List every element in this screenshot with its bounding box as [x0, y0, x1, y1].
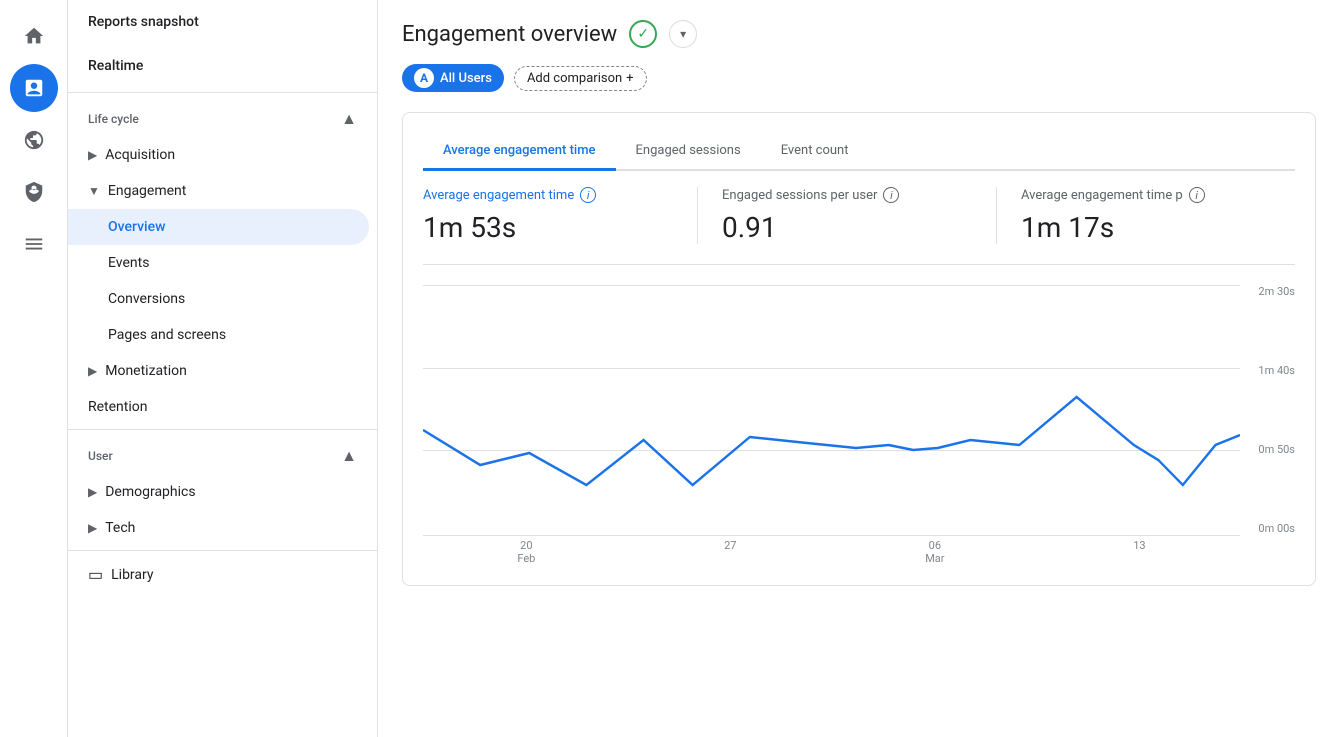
y-label-1: 1m 40s	[1258, 364, 1295, 377]
advertising-icon[interactable]	[10, 168, 58, 216]
chart-y-labels: 2m 30s 1m 40s 0m 50s 0m 00s	[1258, 285, 1295, 535]
sidebar-item-tech[interactable]: ▶ Tech	[68, 510, 369, 546]
chart-tab-bar: Average engagement time Engaged sessions…	[423, 133, 1295, 171]
stat-label-0: Average engagement time i	[423, 187, 673, 203]
main-content: Engagement overview ✓ ▾ A All Users Add …	[378, 0, 1340, 737]
configure-icon[interactable]	[10, 220, 58, 268]
info-icon-2[interactable]: i	[1189, 187, 1205, 203]
chevron-right-icon-tech: ▶	[88, 521, 97, 535]
lifecycle-collapse-icon[interactable]: ▲	[341, 109, 357, 129]
y-label-2: 0m 50s	[1258, 443, 1295, 456]
sidebar-item-retention[interactable]: Retention	[68, 389, 369, 425]
stat-label-1: Engaged sessions per user i	[722, 187, 972, 203]
sidebar-item-monetization[interactable]: ▶ Monetization	[68, 353, 369, 389]
stat-engaged-sessions: Engaged sessions per user i 0.91	[722, 187, 997, 244]
info-icon-0[interactable]: i	[580, 187, 596, 203]
sidebar-item-acquisition[interactable]: ▶ Acquisition	[68, 137, 369, 173]
all-users-filter[interactable]: A All Users	[402, 64, 504, 92]
library-icon: ▭	[88, 565, 103, 584]
grid-line-bottom	[423, 535, 1240, 536]
reports-icon[interactable]	[10, 64, 58, 112]
user-collapse-icon[interactable]: ▲	[341, 446, 357, 466]
sidebar-item-library[interactable]: ▭ Library	[68, 555, 369, 594]
all-users-label: All Users	[440, 71, 492, 86]
x-label-2: 06 Mar	[925, 539, 944, 565]
sidebar-item-overview[interactable]: Overview	[68, 209, 369, 245]
page-title: Engagement overview	[402, 22, 617, 47]
x-label-1: 27	[724, 539, 736, 565]
y-label-0: 2m 30s	[1258, 285, 1295, 298]
page-header: Engagement overview ✓ ▾	[402, 20, 1316, 48]
stat-value-0: 1m 53s	[423, 211, 673, 244]
section-user: User ▲	[68, 434, 377, 474]
tab-event-count[interactable]: Event count	[761, 133, 869, 171]
chevron-right-icon-monetization: ▶	[88, 364, 97, 378]
add-comparison-label: Add comparison	[527, 71, 622, 86]
tab-avg-engagement-time[interactable]: Average engagement time	[423, 133, 616, 171]
sidebar-item-reports-snapshot[interactable]: Reports snapshot	[68, 0, 377, 44]
stat-label-2: Average engagement time p i	[1021, 187, 1271, 203]
chevron-down-icon: ▼	[88, 184, 100, 198]
divider-1	[68, 92, 377, 93]
all-users-avatar: A	[414, 68, 434, 88]
sidebar-item-demographics[interactable]: ▶ Demographics	[68, 474, 369, 510]
x-label-0: 20 Feb	[517, 539, 535, 565]
stat-avg-engagement-2: Average engagement time p i 1m 17s	[1021, 187, 1295, 244]
filter-bar: A All Users Add comparison +	[402, 64, 1316, 92]
home-icon[interactable]	[10, 12, 58, 60]
sidebar-item-events[interactable]: Events	[68, 245, 369, 281]
y-label-3: 0m 00s	[1258, 522, 1295, 535]
stats-row: Average engagement time i 1m 53s Engaged…	[423, 187, 1295, 265]
icon-rail	[0, 0, 68, 737]
chevron-right-icon: ▶	[88, 148, 97, 162]
divider-2	[68, 429, 377, 430]
tab-engaged-sessions[interactable]: Engaged sessions	[616, 133, 761, 171]
chevron-right-icon-demographics: ▶	[88, 485, 97, 499]
status-check-icon: ✓	[629, 20, 657, 48]
sidebar-item-realtime[interactable]: Realtime	[68, 44, 377, 88]
divider-3	[68, 550, 377, 551]
x-label-3: 13	[1133, 539, 1145, 565]
chart-x-labels: 20 Feb 27 06 Mar 13	[423, 539, 1240, 565]
chart-area: 2m 30s 1m 40s 0m 50s 0m 00s 20 Feb	[423, 285, 1295, 565]
sidebar-item-pages-and-screens[interactable]: Pages and screens	[68, 317, 369, 353]
stats-card: Average engagement time Engaged sessions…	[402, 112, 1316, 586]
stat-value-1: 0.91	[722, 211, 972, 244]
header-dropdown-button[interactable]: ▾	[669, 20, 697, 48]
section-lifecycle: Life cycle ▲	[68, 97, 377, 137]
sidebar-item-engagement[interactable]: ▼ Engagement	[68, 173, 369, 209]
info-icon-1[interactable]: i	[883, 187, 899, 203]
stat-value-2: 1m 17s	[1021, 211, 1271, 244]
stat-avg-engagement: Average engagement time i 1m 53s	[423, 187, 698, 244]
sidebar-item-conversions[interactable]: Conversions	[68, 281, 369, 317]
sidebar: Reports snapshot Realtime Life cycle ▲ ▶…	[68, 0, 378, 737]
chart-svg	[423, 285, 1240, 535]
add-icon: +	[626, 71, 633, 86]
add-comparison-button[interactable]: Add comparison +	[514, 66, 647, 91]
explore-icon[interactable]	[10, 116, 58, 164]
